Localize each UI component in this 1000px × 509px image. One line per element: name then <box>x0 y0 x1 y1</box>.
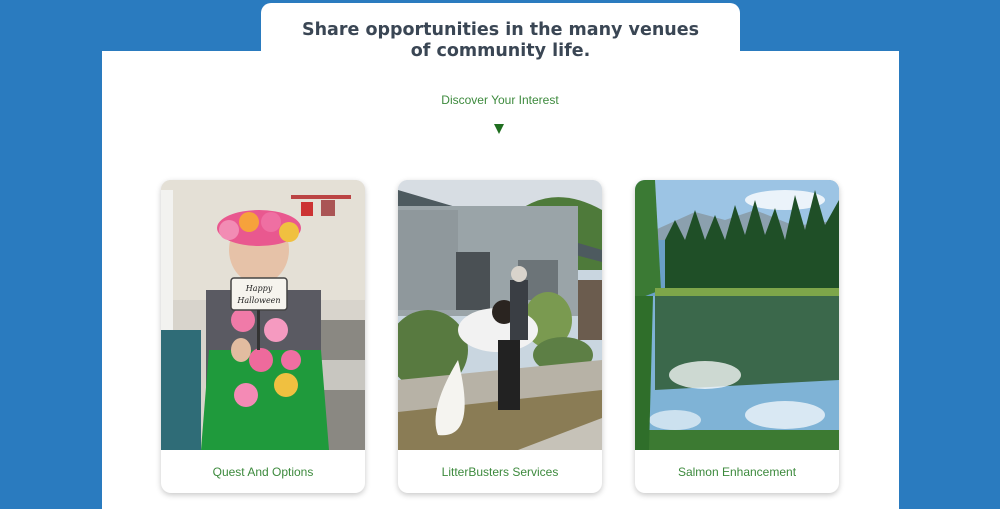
card-caption[interactable]: LitterBusters Services <box>398 450 602 493</box>
card-caption[interactable]: Salmon Enhancement <box>635 450 839 493</box>
card-image-litterbusters <box>398 180 602 450</box>
card-image-halloween: Happy Halloween <box>161 180 365 450</box>
card-litterbusters-services[interactable]: LitterBusters Services <box>398 180 602 493</box>
card-quest-and-options[interactable]: Happy Halloween Quest And Options <box>161 180 365 493</box>
caret-down-icon <box>494 124 504 134</box>
svg-text:Happy: Happy <box>245 284 273 293</box>
card-salmon-enhancement[interactable]: Salmon Enhancement <box>635 180 839 493</box>
title-tab: Share opportunities in the many venues o… <box>261 3 740 63</box>
section-subtitle: Discover Your Interest <box>441 93 559 107</box>
card-caption[interactable]: Quest And Options <box>161 450 365 493</box>
svg-text:Halloween: Halloween <box>236 296 280 305</box>
card-image-salmon-pond <box>635 180 839 450</box>
page-title: Share opportunities in the many venues o… <box>301 20 700 61</box>
